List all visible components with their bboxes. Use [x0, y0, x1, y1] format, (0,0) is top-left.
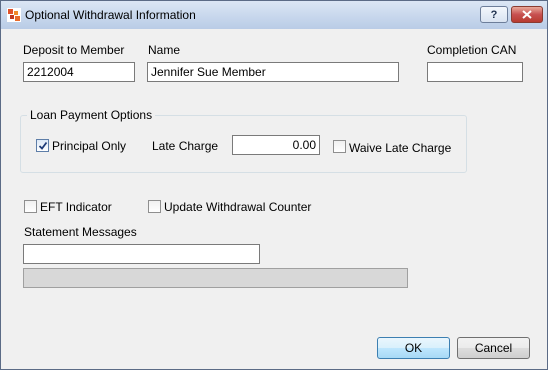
close-icon	[522, 10, 532, 19]
close-button[interactable]	[511, 6, 543, 23]
statement-message-line2-input	[23, 268, 408, 288]
principal-only-checkbox[interactable]	[36, 139, 49, 152]
loan-payment-options-title: Loan Payment Options	[27, 108, 156, 122]
window-title: Optional Withdrawal Information	[25, 8, 196, 22]
deposit-to-member-label: Deposit to Member	[23, 43, 125, 57]
late-charge-label: Late Charge	[152, 139, 219, 153]
completion-can-label: Completion CAN	[427, 43, 517, 57]
help-button[interactable]: ?	[480, 6, 508, 23]
update-withdrawal-counter-label: Update Withdrawal Counter	[164, 200, 312, 214]
help-icon: ?	[490, 8, 498, 21]
cancel-button[interactable]: Cancel	[457, 337, 530, 359]
completion-can-input[interactable]	[427, 62, 523, 82]
name-label: Name	[148, 43, 181, 57]
name-input[interactable]: Jennifer Sue Member	[147, 62, 399, 82]
deposit-to-member-input[interactable]: 2212004	[23, 62, 135, 82]
app-icon	[7, 8, 21, 22]
update-withdrawal-counter-checkbox[interactable]	[148, 200, 161, 213]
waive-late-charge-label: Waive Late Charge	[349, 141, 452, 155]
statement-messages-label: Statement Messages	[24, 225, 137, 239]
waive-late-charge-checkbox[interactable]	[333, 140, 346, 153]
principal-only-label: Principal Only	[52, 139, 127, 153]
title-bar[interactable]: Optional Withdrawal Information ?	[1, 1, 547, 29]
statement-message-line1-input[interactable]	[23, 244, 260, 264]
eft-indicator-checkbox[interactable]	[24, 200, 37, 213]
ok-button[interactable]: OK	[377, 337, 450, 359]
checkmark-icon	[38, 141, 48, 150]
dialog-window: Optional Withdrawal Information ? Deposi…	[0, 0, 548, 370]
late-charge-input[interactable]: 0.00	[232, 135, 320, 155]
eft-indicator-label: EFT Indicator	[40, 200, 112, 214]
